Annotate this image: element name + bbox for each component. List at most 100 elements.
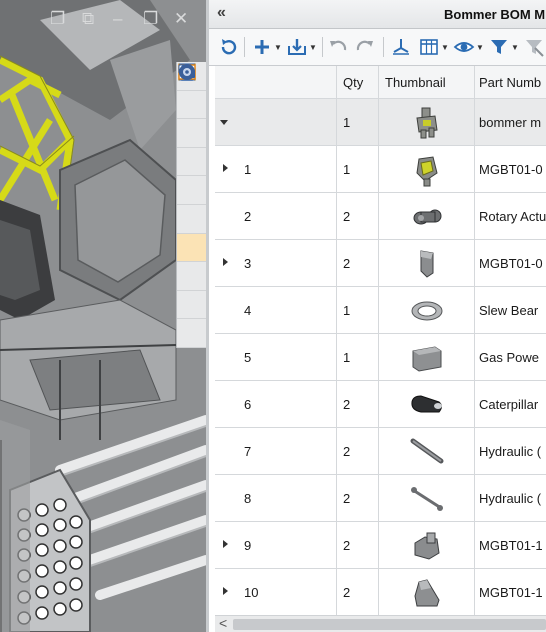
- toolbar-separator: [383, 37, 384, 57]
- thumbnail-cell[interactable]: [379, 381, 475, 428]
- part-number-cell: Gas Powe: [475, 334, 546, 381]
- bracket-thumbnail: [420, 250, 433, 278]
- thumbnail-cell[interactable]: [379, 193, 475, 240]
- column-header-item[interactable]: [215, 66, 337, 99]
- item-number-cell: 1: [215, 146, 337, 193]
- table-row[interactable]: 1 bommer m: [215, 99, 546, 146]
- table-row[interactable]: 6 2 Caterpillar: [215, 381, 546, 428]
- item-number-cell: 8: [215, 475, 337, 522]
- table-row[interactable]: 9 2 MGBT01-1: [215, 522, 546, 569]
- filter-icon: [491, 40, 507, 54]
- tab-sync[interactable]: [177, 64, 206, 291]
- expand-arrow-icon[interactable]: [223, 164, 228, 172]
- table-row[interactable]: 8 2 Hydraulic (: [215, 475, 546, 522]
- export-icon: [288, 39, 306, 55]
- filter-button[interactable]: ▼: [488, 36, 519, 58]
- chevron-down-icon: ▼: [274, 42, 282, 52]
- item-number-cell: 3: [215, 240, 337, 287]
- expanded-arrow-icon[interactable]: [220, 120, 228, 125]
- add-button[interactable]: ▼: [251, 36, 282, 58]
- column-header-part-number[interactable]: Part Numb: [475, 66, 546, 99]
- task-pane-tab-strip: [176, 62, 206, 348]
- angle-bracket-thumbnail: [413, 579, 440, 607]
- columns-icon: [420, 39, 438, 55]
- expand-arrow-icon[interactable]: [223, 587, 228, 595]
- thumbnail-cell[interactable]: [379, 287, 475, 334]
- bom-pane: « Bommer BOM M ▼ ▼ ▼ ▼ ▼ Qty Thumbnail P…: [209, 0, 546, 632]
- maximize-button[interactable]: ❐: [143, 10, 158, 27]
- undo-icon: [330, 40, 347, 51]
- table-row[interactable]: 1 1 MGBT01-0: [215, 146, 546, 193]
- qty-cell: 2: [337, 569, 379, 616]
- tab-design-library[interactable]: [177, 64, 206, 120]
- item-number: 10: [244, 584, 259, 600]
- track-thumbnail: [410, 395, 442, 413]
- tab-bom[interactable]: [177, 64, 206, 263]
- columns-button[interactable]: ▼: [418, 36, 449, 58]
- mgbt-assembly-thumbnail: [415, 156, 438, 187]
- thumbnail-cell[interactable]: [379, 428, 475, 475]
- box-thumbnail: [412, 346, 441, 372]
- table-row[interactable]: 10 2 MGBT01-1: [215, 569, 546, 616]
- qty-cell: 2: [337, 522, 379, 569]
- item-number-cell: 5: [215, 334, 337, 381]
- expand-arrow-icon[interactable]: [223, 258, 228, 266]
- redo-button[interactable]: [354, 36, 376, 58]
- column-header-thumbnail[interactable]: Thumbnail: [379, 66, 475, 99]
- level-button[interactable]: [390, 36, 412, 58]
- tile-windows-icon[interactable]: ⧉: [82, 10, 94, 27]
- table-row[interactable]: 7 2 Hydraulic (: [215, 428, 546, 475]
- close-button[interactable]: ✕: [174, 10, 188, 27]
- item-number-cell: 6: [215, 381, 337, 428]
- chevron-down-icon: ▼: [511, 42, 519, 52]
- thumbnail-cell[interactable]: [379, 334, 475, 381]
- item-number: 1: [244, 161, 252, 177]
- thumbnail-cell[interactable]: [379, 522, 475, 569]
- tab-view-palette[interactable]: [177, 63, 206, 177]
- refresh-button[interactable]: [218, 36, 240, 58]
- qty-cell: 2: [337, 428, 379, 475]
- item-number-cell: [215, 99, 337, 146]
- part-number-cell: MGBT01-0: [475, 240, 546, 287]
- part-number-cell: Caterpillar: [475, 381, 546, 428]
- horizontal-scrollbar[interactable]: <: [215, 615, 546, 632]
- table-row[interactable]: 2 2 Rotary Actu: [215, 193, 546, 240]
- scroll-left-icon[interactable]: <: [219, 615, 227, 631]
- item-number: 6: [244, 396, 252, 412]
- visibility-button[interactable]: ▼: [453, 36, 484, 58]
- column-header-qty[interactable]: Qty: [337, 66, 379, 99]
- collapse-pane-button[interactable]: «: [217, 5, 226, 21]
- visibility-icon: [453, 42, 475, 52]
- scrollbar-thumb[interactable]: [233, 619, 546, 630]
- item-number: 2: [244, 208, 252, 224]
- item-number-cell: 7: [215, 428, 337, 475]
- tab-file-explorer[interactable]: [177, 66, 206, 148]
- undo-button[interactable]: [327, 36, 349, 58]
- tab-custom-properties[interactable]: [177, 63, 206, 234]
- restore-icon[interactable]: ❐: [50, 10, 65, 27]
- block-bracket-thumbnail: [414, 532, 440, 560]
- tab-forum[interactable]: [177, 64, 206, 320]
- expand-arrow-icon[interactable]: [223, 540, 228, 548]
- item-number-cell: 9: [215, 522, 337, 569]
- thumbnail-cell[interactable]: [379, 569, 475, 616]
- thumbnail-cell[interactable]: [379, 146, 475, 193]
- chevron-down-icon: ▼: [441, 42, 449, 52]
- thumbnail-cell[interactable]: [379, 475, 475, 522]
- thumbnail-cell[interactable]: [379, 99, 475, 146]
- bom-title: Bommer BOM M: [444, 7, 546, 22]
- table-row[interactable]: 3 2 MGBT01-0: [215, 240, 546, 287]
- qty-cell: 1: [337, 334, 379, 381]
- export-button[interactable]: ▼: [286, 36, 317, 58]
- cad-viewport[interactable]: ❐ ⧉ – ❐ ✕: [0, 0, 206, 632]
- part-number-cell: MGBT01-0: [475, 146, 546, 193]
- tab-3d-content[interactable]: [177, 64, 206, 348]
- tab-appearances[interactable]: [177, 64, 206, 205]
- table-row[interactable]: 4 1 Slew Bear: [215, 287, 546, 334]
- table-row[interactable]: 5 1 Gas Powe: [215, 334, 546, 381]
- thumbnail-cell[interactable]: [379, 240, 475, 287]
- minimize-button[interactable]: –: [113, 10, 122, 27]
- add-icon: [255, 40, 269, 54]
- clear-filter-button[interactable]: [523, 36, 545, 58]
- assembly-thumbnail: [415, 107, 438, 139]
